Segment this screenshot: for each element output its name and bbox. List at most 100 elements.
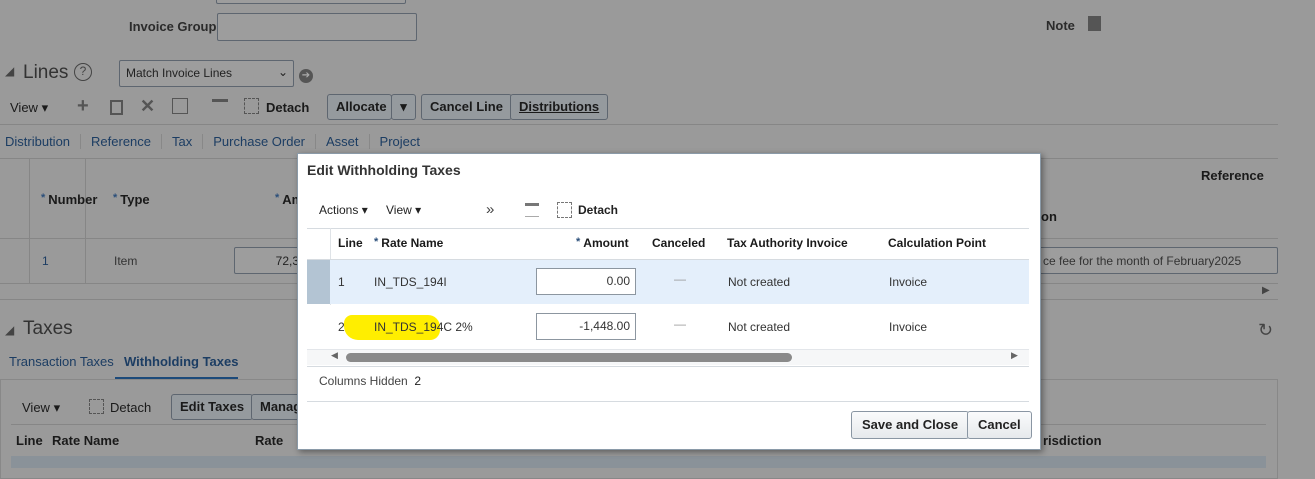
detach-icon[interactable] [244, 98, 259, 114]
dialog-view-menu[interactable]: View ▾ [386, 203, 421, 217]
go-icon[interactable]: ➔ [299, 69, 313, 83]
horizontal-scrollbar[interactable]: ◀ ▶ [307, 350, 1029, 365]
distributions-button[interactable]: Distributions [510, 94, 609, 120]
actions-menu[interactable]: Actions ▾ [319, 203, 368, 217]
dialog-view-label: View [386, 203, 412, 217]
col-type-label: Type [120, 192, 150, 207]
dlg-col-rate-name: * Rate Name [374, 236, 444, 250]
line-description-input[interactable]: ce fee for the month of February2025 [1030, 247, 1278, 274]
tab-asset[interactable]: Asset [316, 134, 370, 149]
tab-transaction-taxes[interactable]: Transaction Taxes [9, 354, 114, 369]
dialog-title: Edit Withholding Taxes [307, 162, 461, 178]
dlg-col-rate-name-label: Rate Name [381, 236, 444, 250]
tab-tax[interactable]: Tax [162, 134, 204, 149]
tab-project[interactable]: Project [370, 134, 430, 149]
row-tax-authority-invoice: Not created [728, 320, 791, 334]
row-calculation-point: Invoice [889, 275, 928, 289]
manage-button[interactable]: Manag [251, 394, 301, 420]
edit-taxes-button[interactable]: Edit Taxes [171, 394, 254, 420]
lines-tabs: Distribution Reference Tax Purchase Orde… [5, 134, 430, 149]
row-amount-input[interactable]: -1,448.00 [536, 313, 636, 340]
taxes-col-jurisdiction: risdiction [1043, 433, 1102, 448]
tab-withholding-taxes[interactable]: Withholding Taxes [124, 354, 238, 369]
actions-label: Actions [319, 203, 359, 217]
col-reference: Reference [1201, 168, 1264, 183]
save-and-close-button[interactable]: Save and Close [851, 411, 970, 439]
row-canceled: — [674, 272, 686, 286]
detach-button[interactable]: Detach [266, 100, 309, 115]
taxes-detach-button[interactable]: Detach [110, 400, 151, 415]
line-type: Item [114, 254, 138, 268]
col-description: on [1041, 209, 1057, 224]
chevron-down-icon: ⌄ [277, 65, 288, 79]
dialog-detach-button[interactable]: Detach [578, 203, 618, 217]
taxes-view-menu[interactable]: View ▾ [22, 400, 60, 416]
top-field[interactable] [216, 0, 406, 4]
row-line: 2 [338, 320, 345, 334]
delete-icon[interactable]: ✕ [140, 96, 155, 117]
taxes-title: Taxes [23, 318, 73, 339]
line-amount-input[interactable]: 72,3 [234, 247, 304, 274]
help-icon[interactable]: ? [74, 63, 92, 81]
col-number-label: Number [48, 192, 98, 207]
lines-view-menu[interactable]: View ▾ [10, 100, 48, 116]
tab-distribution[interactable]: Distribution [5, 134, 82, 149]
taxes-col-line: Line [16, 433, 43, 448]
row-line: 1 [338, 275, 345, 289]
collapse-taxes-icon[interactable]: ◢ [5, 323, 14, 337]
note-icon[interactable] [1088, 16, 1101, 31]
columns-hidden-label: Columns Hidden [319, 374, 408, 388]
columns-hidden-count: 2 [414, 374, 422, 388]
tab-reference[interactable]: Reference [81, 134, 163, 149]
cancel-line-button[interactable]: Cancel Line [421, 94, 512, 120]
table-row[interactable]: 2 IN_TDS_194C 2% -1,448.00 — Not created… [307, 305, 1029, 349]
table-row[interactable]: 1 IN_TDS_194I 0.00 — Not created Invoice [307, 260, 1029, 304]
row-rate-name: IN_TDS_194C 2% [374, 320, 473, 334]
add-icon[interactable]: + [77, 95, 89, 118]
row-selector[interactable] [307, 260, 330, 304]
dlg-col-line: Line [338, 236, 363, 250]
view-label: View [10, 100, 38, 115]
col-number: * Number [41, 192, 98, 207]
dlg-col-calculation-point: Calculation Point [888, 236, 987, 250]
row-calculation-point: Invoice [889, 320, 928, 334]
row-amount-input[interactable]: 0.00 [536, 268, 636, 295]
dlg-col-amount: * Amount [576, 236, 629, 250]
dialog-detach-icon[interactable] [557, 202, 572, 218]
invoice-group-input[interactable] [217, 13, 417, 41]
overflow-chevrons-icon[interactable]: » [486, 201, 494, 218]
cancel-button[interactable]: Cancel [967, 411, 1032, 439]
taxes-col-rate-name: Rate Name [52, 433, 120, 448]
taxes-view-label: View [22, 400, 50, 415]
taxes-detach-icon[interactable] [89, 399, 104, 414]
refresh-icon[interactable]: ↻ [1258, 320, 1273, 341]
row-canceled: — [674, 317, 686, 331]
dlg-col-amount-label: Amount [583, 236, 629, 250]
scroll-left-icon[interactable]: ◀ [331, 350, 338, 361]
dlg-col-tax-authority-invoice: Tax Authority Invoice [727, 236, 848, 250]
duplicate-icon[interactable] [110, 100, 123, 115]
columns-hidden: Columns Hidden 2 [319, 374, 421, 388]
col-type: * Type [113, 192, 150, 207]
dlg-col-canceled: Canceled [652, 236, 706, 250]
allocate-button[interactable]: Allocate [327, 94, 392, 120]
row-rate-name: IN_TDS_194I [374, 275, 447, 289]
row-tax-authority-invoice: Not created [728, 275, 791, 289]
split-icon[interactable] [172, 98, 188, 114]
taxes-col-rate: Rate [255, 433, 284, 448]
allocate-dropdown[interactable]: ▾ [391, 94, 416, 120]
query-by-example-icon[interactable] [212, 99, 228, 114]
edit-withholding-taxes-dialog: Edit Withholding Taxes Actions ▾ View ▾ … [297, 153, 1041, 450]
line-number-link[interactable]: 1 [42, 254, 49, 268]
scrollbar-thumb[interactable] [346, 353, 792, 362]
scroll-right-icon[interactable]: ▶ [1262, 285, 1270, 296]
tab-purchase-order[interactable]: Purchase Order [203, 134, 317, 149]
match-select-value: Match Invoice Lines [126, 66, 233, 80]
query-by-example-icon[interactable] [525, 203, 539, 217]
collapse-lines-icon[interactable]: ◢ [5, 64, 14, 78]
scroll-right-icon[interactable]: ▶ [1011, 350, 1018, 361]
invoice-group-label: Invoice Group [129, 19, 217, 34]
note-label: Note [1046, 18, 1075, 33]
match-invoice-lines-select[interactable]: Match Invoice Lines ⌄ [119, 60, 294, 87]
lines-title: Lines [23, 62, 69, 83]
